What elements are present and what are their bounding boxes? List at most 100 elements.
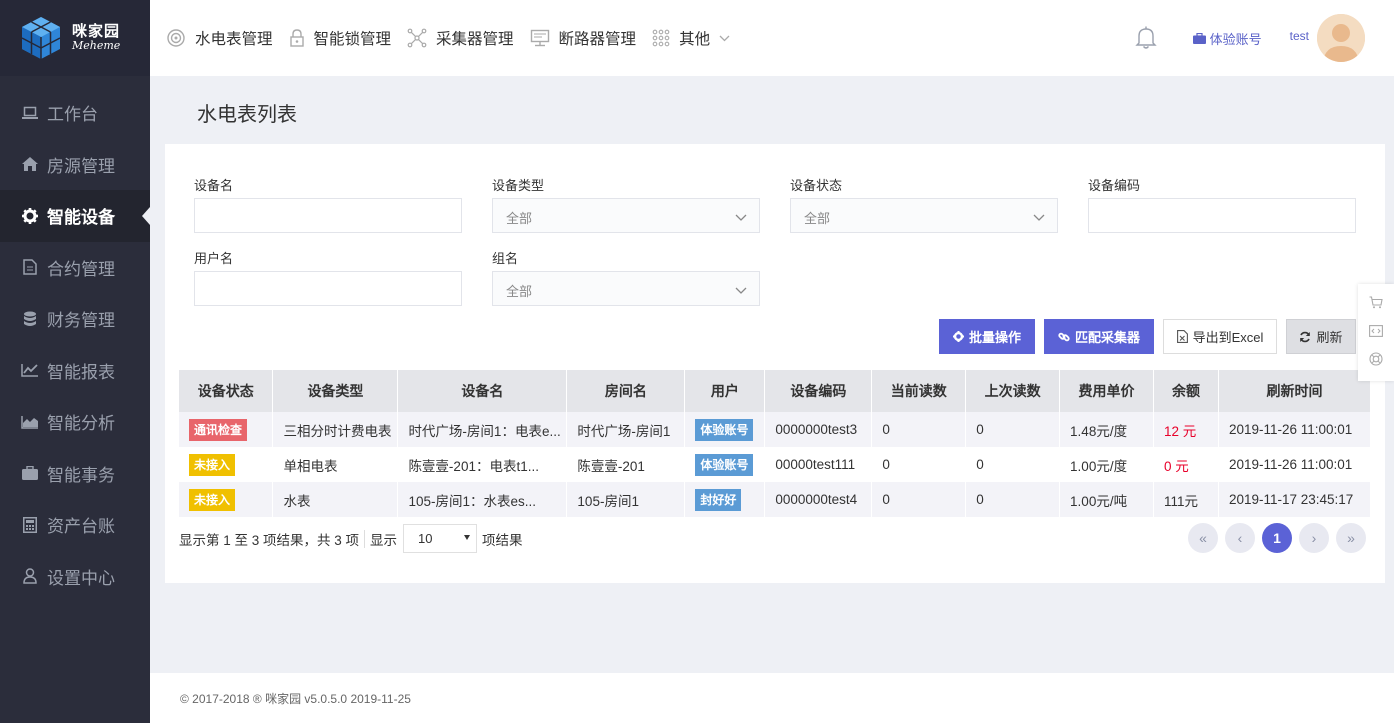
col-header[interactable]: 房间名 [566,370,686,412]
database-icon [21,311,39,327]
file-excel-icon [1176,330,1188,343]
filter-label: 组名 [492,251,519,266]
support-icon[interactable] [1369,352,1383,369]
username[interactable]: test [1290,29,1309,43]
sidebar-item-analysis[interactable]: 智能分析 [0,396,150,448]
cell-time: 2019-11-26 11:00:01 [1218,412,1372,447]
divider [364,529,366,548]
network-icon [407,28,427,48]
filter-device-type: 设备类型 全部 [492,175,760,233]
logo-cube-icon [18,15,64,61]
sidebar-item-label: 智能事务 [47,465,115,485]
filter-device-status: 设备状态 全部 [790,175,1058,233]
col-header[interactable]: 设备名 [397,370,568,412]
col-header[interactable]: 刷新时间 [1218,370,1372,412]
page-button-current[interactable]: 1 [1262,523,1292,553]
cell-last: 0 [965,412,1061,447]
code-icon[interactable] [1369,324,1383,340]
sidebar-item-label: 工作台 [47,105,98,125]
sidebar-item-assets[interactable]: 资产台账 [0,499,150,551]
cell-room: 时代广场-房间1 [566,412,686,447]
brand-logo[interactable]: 咪家园 Meheme [0,0,150,76]
topnav-collector-management[interactable]: 采集器管理 [407,27,514,49]
filter-label: 用户名 [194,251,234,266]
pagination: « ‹ 1 › » [1181,523,1366,553]
batch-operation-button[interactable]: 批量操作 [939,319,1035,354]
cell-device-name[interactable]: 105-房间1：水表es... [397,482,568,517]
refresh-button[interactable]: 刷新 [1286,319,1356,354]
col-header[interactable]: 当前读数 [871,370,967,412]
col-header[interactable]: 余额 [1153,370,1219,412]
cell-device-name[interactable]: 时代广场-房间1：电表e... [397,412,568,447]
sidebar-item-label: 房源管理 [47,156,115,176]
cell-code: 0000000test3 [764,412,873,447]
cell-current: 0 [871,412,967,447]
page-size-select[interactable]: 10 [403,524,478,553]
filter-label: 设备类型 [492,178,545,193]
chevron-down-icon [719,35,730,42]
last-page-button[interactable]: » [1336,523,1366,553]
bell-icon[interactable] [1134,26,1157,50]
cell-device-name[interactable]: 陈壹壹-201：电表t1... [397,447,568,482]
device-type-select[interactable]: 全部 [492,198,760,233]
col-header[interactable]: 用户 [684,370,766,412]
match-collector-button[interactable]: 匹配采集器 [1044,319,1154,354]
col-header[interactable]: 设备编码 [764,370,873,412]
button-label: 刷新 [1316,330,1343,345]
table-row[interactable]: 未接入 单相电表 陈壹壹-201：电表t1... 陈壹壹-201 体验账号 00… [179,447,1372,482]
col-header[interactable]: 费用单价 [1059,370,1154,412]
sidebar-item-label: 智能分析 [47,414,115,434]
cell-balance: 12 元 [1153,412,1219,447]
first-page-button[interactable]: « [1188,523,1218,553]
topnav-other[interactable]: 其他 [652,27,730,49]
sidebar-item-smart-devices[interactable]: 智能设备 [0,190,150,242]
topnav-breaker-management[interactable]: 断路器管理 [530,27,636,49]
gear-icon [952,331,964,342]
trial-account-label: 体验账号 [1209,31,1262,47]
filter-device-code: 设备编码 [1088,175,1356,233]
table-header-row: 设备状态 设备类型 设备名 房间名 用户 设备编码 当前读数 上次读数 费用单价… [179,370,1372,412]
device-status-select[interactable]: 全部 [790,198,1058,233]
device-code-input[interactable] [1088,198,1356,233]
cell-current: 0 [871,447,967,482]
sidebar-item-settings[interactable]: 设置中心 [0,551,150,603]
sidebar-item-affairs[interactable]: 智能事务 [0,448,150,500]
avatar[interactable] [1317,14,1365,62]
col-header[interactable]: 设备类型 [272,370,399,412]
status-badge: 通讯检查 [189,418,248,441]
cell-type: 单相电表 [272,447,399,482]
sidebar-item-label: 智能报表 [47,362,115,382]
user-name-input[interactable] [194,271,462,306]
col-header[interactable]: 上次读数 [965,370,1061,412]
sidebar-item-finance[interactable]: 财务管理 [0,293,150,345]
group-name-select[interactable]: 全部 [492,271,760,306]
topnav-meter-management[interactable]: 水电表管理 [166,27,273,49]
trial-account-link[interactable]: 体验账号 [1192,29,1262,48]
sidebar-item-housing[interactable]: 房源管理 [0,139,150,191]
brand-name: 咪家园 [72,22,121,40]
cell-current: 0 [871,482,967,517]
export-excel-button[interactable]: 导出到Excel [1163,319,1277,354]
copyright-text: © 2017-2018 ® 咪家园 v5.0.5.0 2019-11-25 [180,691,411,706]
filter-device-name: 设备名 [194,175,462,233]
top-bar: 水电表管理 智能锁管理 采集器管理 断路器管理 其他 体验账号 test [150,0,1394,76]
cart-icon[interactable] [1369,296,1383,312]
topnav-lock-management[interactable]: 智能锁管理 [289,27,391,49]
footer: © 2017-2018 ® 咪家园 v5.0.5.0 2019-11-25 [150,673,1394,723]
filter-label: 设备名 [194,178,234,193]
grid-icon [652,29,670,47]
meter-icon [166,28,186,48]
cell-room: 105-房间1 [566,482,686,517]
device-name-input[interactable] [194,198,462,233]
cell-room: 陈壹壹-201 [566,447,686,482]
table-row[interactable]: 通讯检查 三相分时计费电表 时代广场-房间1：电表e... 时代广场-房间1 体… [179,412,1372,447]
table-row[interactable]: 未接入 水表 105-房间1：水表es... 105-房间1 封好好 00000… [179,482,1372,517]
prev-page-button[interactable]: ‹ [1225,523,1255,553]
sidebar-item-reports[interactable]: 智能报表 [0,345,150,397]
sidebar-item-workbench[interactable]: 工作台 [0,87,150,139]
button-label: 导出到Excel [1192,330,1264,345]
next-page-button[interactable]: › [1299,523,1329,553]
sidebar-item-contracts[interactable]: 合约管理 [0,242,150,294]
top-right-area: 体验账号 test [1134,14,1365,62]
col-header[interactable]: 设备状态 [179,370,274,412]
